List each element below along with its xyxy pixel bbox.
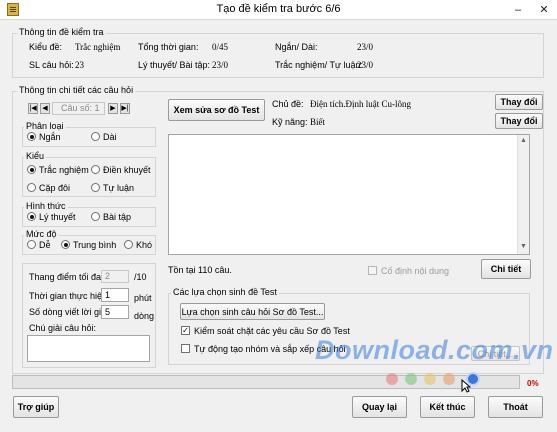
radio-trac-nghiem-label: Trắc nghiệm bbox=[39, 165, 89, 175]
radio-dien-khuyet-label: Điền khuyết bbox=[103, 165, 151, 175]
gen-options-title: Các lựa chọn sinh đề Test bbox=[171, 287, 279, 297]
radio-de[interactable] bbox=[27, 240, 36, 249]
decor-dot-yellow bbox=[424, 373, 436, 385]
thang-diem-field: 2 bbox=[101, 270, 129, 283]
chu-de-value: Điện tích.Định luật Cu-lông bbox=[310, 99, 411, 109]
radio-cap-doi-label: Cặp đôi bbox=[39, 183, 71, 193]
ngan-dai-value: 23/0 bbox=[357, 42, 374, 52]
tu-dong-checkbox[interactable] bbox=[181, 344, 190, 353]
radio-ly-thuyet[interactable] bbox=[27, 212, 36, 221]
ton-tai-text: Tồn tại 110 câu. bbox=[168, 265, 232, 275]
hinh-thuc-title: Hình thức bbox=[24, 201, 68, 211]
content-scrollbar[interactable]: ▲ ▼ bbox=[517, 135, 529, 254]
radio-dai[interactable] bbox=[91, 132, 100, 141]
scroll-up-icon[interactable]: ▲ bbox=[520, 137, 527, 144]
radio-ly-thuyet-label: Lý thuyết bbox=[39, 212, 76, 222]
thang-diem-label: Thang điểm tối đa: bbox=[29, 272, 104, 282]
radio-bai-tap[interactable] bbox=[91, 212, 100, 221]
phan-loai-title: Phân loại bbox=[24, 121, 66, 131]
radio-kho-label: Khó bbox=[136, 240, 153, 250]
radio-dai-label: Dài bbox=[103, 132, 117, 142]
radio-dien-khuyet[interactable] bbox=[91, 165, 100, 174]
decor-dot-red bbox=[386, 373, 398, 385]
window-title: Tạo đề kiểm tra bước 6/6 bbox=[216, 3, 341, 15]
kiem-soat-checkbox[interactable]: ✓ bbox=[181, 326, 190, 335]
radio-bai-tap-label: Bài tập bbox=[103, 212, 132, 222]
radio-trung-binh-label: Trung bình bbox=[73, 240, 117, 250]
chu-giai-label: Chú giải câu hỏi: bbox=[29, 323, 97, 333]
so-dong-label: Số dòng viết lời giải: bbox=[29, 307, 111, 317]
xem-sua-so-do-button[interactable]: Xem sửa sơ đồ Test bbox=[168, 99, 265, 121]
radio-cap-doi[interactable] bbox=[27, 183, 36, 192]
question-content-area[interactable] bbox=[168, 134, 530, 255]
ky-nang-value: Biết bbox=[310, 117, 325, 127]
sl-cau-hoi-value: 23 bbox=[75, 60, 84, 70]
thay-doi-ky-nang-button[interactable]: Thay đổi bbox=[495, 113, 543, 129]
ly-thuyet-bai-tap-value: 23/0 bbox=[212, 60, 229, 70]
radio-ngan[interactable] bbox=[27, 132, 36, 141]
chu-giai-textarea[interactable] bbox=[27, 335, 150, 362]
lua-chon-sinh-cau-hoi-button[interactable]: Lựa chọn sinh câu hỏi Sơ đồ Test... bbox=[180, 303, 325, 320]
tong-thoi-gian-label: Tổng thời gian: bbox=[138, 42, 199, 52]
trac-nghiem-tu-luan-label: Trắc nghiệm/ Tự luận: bbox=[275, 60, 364, 70]
radio-ngan-label: Ngắn bbox=[39, 132, 61, 142]
tong-thoi-gian-value: 0/45 bbox=[212, 42, 229, 52]
radio-kho[interactable] bbox=[124, 240, 133, 249]
decor-dot-green bbox=[405, 373, 417, 385]
co-dinh-checkbox[interactable] bbox=[368, 266, 377, 275]
exit-button[interactable]: Thoát bbox=[488, 396, 543, 418]
ly-thuyet-bai-tap-label: Lý thuyết/ Bài tập: bbox=[138, 60, 211, 70]
watermark-logo: Download.com.vn bbox=[315, 335, 554, 365]
thoi-gian-field[interactable]: 1 bbox=[101, 288, 129, 302]
progress-percent: 0% bbox=[527, 379, 539, 388]
decor-dot-orange bbox=[443, 373, 455, 385]
muc-do-title: Mức độ bbox=[24, 229, 59, 239]
sl-cau-hoi-label: SL câu hỏi: bbox=[29, 60, 74, 70]
title-bar: Tạo đề kiểm tra bước 6/6 – ✕ bbox=[0, 0, 557, 20]
radio-trung-binh[interactable] bbox=[61, 240, 70, 249]
co-dinh-label: Cố định nội dung bbox=[381, 266, 450, 276]
ngan-dai-label: Ngắn/ Dài: bbox=[275, 42, 318, 52]
chi-tiet-button[interactable]: Chi tiết bbox=[481, 259, 531, 279]
thang-diem-suffix: /10 bbox=[134, 272, 147, 282]
test-info-title: Thông tin đề kiểm tra bbox=[17, 27, 106, 37]
so-dong-unit: dòng bbox=[134, 311, 155, 321]
cau-so-field[interactable]: Câu số: 1 bbox=[52, 102, 105, 115]
radio-tu-luan-label: Tự luận bbox=[103, 183, 135, 193]
so-dong-field[interactable]: 5 bbox=[101, 305, 129, 319]
finish-button[interactable]: Kết thúc bbox=[420, 396, 475, 418]
radio-tu-luan[interactable] bbox=[91, 183, 100, 192]
kieu-de-label: Kiểu đề: bbox=[29, 42, 63, 52]
close-button[interactable]: ✕ bbox=[531, 0, 557, 20]
first-question-button[interactable]: |◀ bbox=[28, 103, 38, 114]
trac-nghiem-tu-luan-value: 23/0 bbox=[357, 60, 374, 70]
thoi-gian-unit: phút bbox=[134, 293, 152, 303]
scroll-down-icon[interactable]: ▼ bbox=[520, 243, 527, 250]
last-question-button[interactable]: ▶| bbox=[120, 103, 130, 114]
radio-de-label: Dễ bbox=[39, 240, 51, 250]
thoi-gian-label: Thời gian thực hiện: bbox=[29, 291, 110, 301]
next-question-button[interactable]: ▶ bbox=[108, 103, 118, 114]
minimize-button[interactable]: – bbox=[505, 0, 531, 20]
ky-nang-label: Kỹ năng: bbox=[272, 117, 308, 127]
test-info-group bbox=[12, 33, 544, 78]
question-detail-title: Thông tin chi tiết các câu hỏi bbox=[17, 85, 136, 95]
kieu-title: Kiểu bbox=[24, 151, 47, 161]
chu-de-label: Chủ đề: bbox=[272, 99, 304, 109]
back-button[interactable]: Quay lại bbox=[352, 396, 407, 418]
mouse-cursor-icon bbox=[461, 379, 471, 393]
help-button[interactable]: Trợ giúp bbox=[13, 396, 59, 418]
prev-question-button[interactable]: ◀ bbox=[40, 103, 50, 114]
radio-trac-nghiem[interactable] bbox=[27, 165, 36, 174]
thay-doi-chu-de-button[interactable]: Thay đổi bbox=[495, 94, 543, 110]
kieu-de-value: Trắc nghiệm bbox=[75, 42, 121, 52]
